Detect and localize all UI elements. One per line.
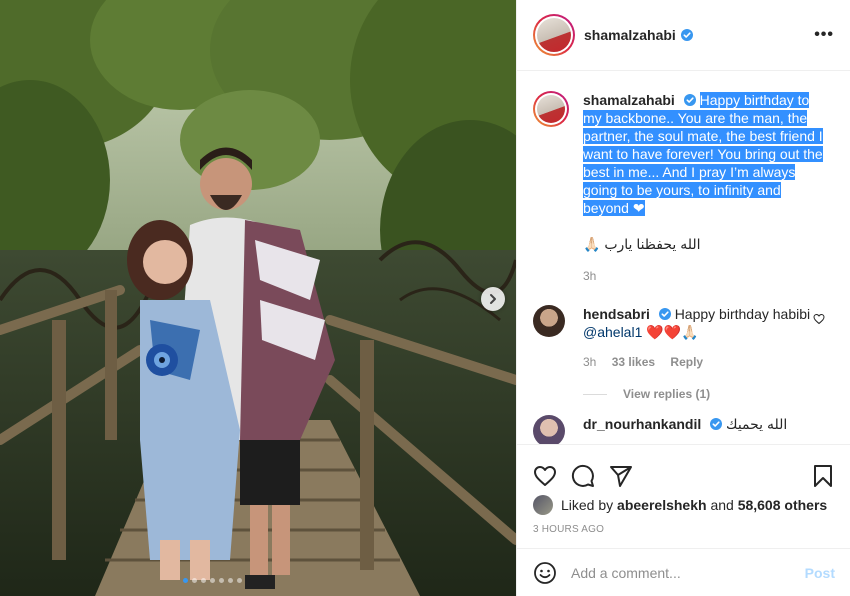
- view-replies-button[interactable]: View replies (1): [583, 387, 835, 401]
- commenter-avatar[interactable]: [533, 415, 565, 444]
- carousel-dot: [192, 578, 197, 583]
- comment-item: dr_nourhankandil الله يحميك: [533, 415, 835, 444]
- comment-item: hendsabri Happy birthday habibi @ahelal1…: [533, 305, 835, 371]
- liked-by-and: and: [710, 497, 734, 513]
- emoji-icon[interactable]: [533, 561, 557, 585]
- caption-body: shamalzahabi Happy birthday to my backbo…: [583, 91, 823, 285]
- verified-badge-icon: [710, 418, 723, 430]
- liked-by-prefix: Liked by: [561, 497, 614, 513]
- caption-text: Happy birthday to my backbone.. You are …: [583, 92, 823, 216]
- verified-badge-icon: [658, 308, 671, 320]
- comment-time[interactable]: 3h: [583, 355, 596, 369]
- comments-section[interactable]: shamalzahabi Happy birthday to my backbo…: [517, 71, 850, 444]
- liked-by: Liked by abeerelshekh and 58,608 others: [517, 495, 850, 515]
- liked-by-others[interactable]: 58,608 others: [738, 497, 828, 513]
- comment-text: Happy birthday habibi: [674, 306, 811, 322]
- add-comment-bar: Post: [517, 548, 850, 596]
- comment-meta: 3h 33 likes Reply: [583, 353, 823, 371]
- heart-icon[interactable]: [533, 464, 557, 488]
- commenter-username[interactable]: hendsabri: [583, 306, 650, 322]
- carousel-dot: [183, 578, 188, 583]
- comment-input[interactable]: [571, 564, 791, 581]
- post-side-panel: shamalzahabi ••• shamalzahabi Happy birt…: [516, 0, 850, 596]
- more-options-button[interactable]: •••: [814, 26, 834, 44]
- carousel-dot: [228, 578, 233, 583]
- comment-likes[interactable]: 33 likes: [612, 355, 655, 369]
- commenter-username[interactable]: dr_nourhankandil: [583, 416, 701, 432]
- post-actions: Liked by abeerelshekh and 58,608 others …: [517, 444, 850, 535]
- bookmark-icon[interactable]: [811, 464, 835, 488]
- author-username[interactable]: shamalzahabi: [584, 27, 676, 43]
- carousel-dot: [201, 578, 206, 583]
- author-avatar[interactable]: [533, 14, 575, 56]
- comment-mention-link[interactable]: @ahelal1: [583, 324, 642, 340]
- carousel-dot: [237, 578, 242, 583]
- share-icon[interactable]: [609, 464, 633, 488]
- verified-badge-icon: [680, 29, 693, 41]
- comment-like-heart-icon[interactable]: [813, 313, 825, 325]
- chevron-right-icon: [490, 294, 496, 304]
- comment-text: الله يحميك: [726, 416, 788, 432]
- comment-reply-button[interactable]: Reply: [670, 355, 703, 369]
- caption: shamalzahabi Happy birthday to my backbo…: [533, 91, 835, 285]
- view-replies-label: View replies (1): [623, 387, 711, 401]
- comment-emoji: ❤️❤️🙏🏻: [646, 324, 699, 340]
- liked-by-user[interactable]: abeerelshekh: [617, 497, 707, 513]
- caption-meta: 3h: [583, 267, 823, 285]
- post-photo[interactable]: [0, 0, 516, 596]
- post-timestamp[interactable]: 3 HOURS AGO: [517, 524, 850, 535]
- carousel-dot: [219, 578, 224, 583]
- liker-avatar[interactable]: [533, 495, 553, 515]
- comment-icon[interactable]: [571, 464, 595, 488]
- comment-body: hendsabri Happy birthday habibi @ahelal1…: [583, 305, 823, 371]
- comment-body: dr_nourhankandil الله يحميك: [583, 415, 823, 444]
- verified-badge-icon: [683, 94, 696, 106]
- post-comment-button[interactable]: Post: [805, 565, 835, 581]
- carousel-next-button[interactable]: [481, 287, 505, 311]
- carousel-dots: [183, 578, 242, 583]
- caption-arabic-text: الله يحفظنا يارب 🙏🏻: [583, 236, 701, 252]
- photo-illustration: [0, 0, 516, 596]
- caption-avatar[interactable]: [533, 91, 569, 127]
- action-icons: [517, 445, 850, 495]
- post-header: shamalzahabi •••: [517, 0, 850, 71]
- carousel-dot: [210, 578, 215, 583]
- caption-time[interactable]: 3h: [583, 269, 596, 283]
- caption-username[interactable]: shamalzahabi: [583, 92, 675, 108]
- commenter-avatar[interactable]: [533, 305, 565, 337]
